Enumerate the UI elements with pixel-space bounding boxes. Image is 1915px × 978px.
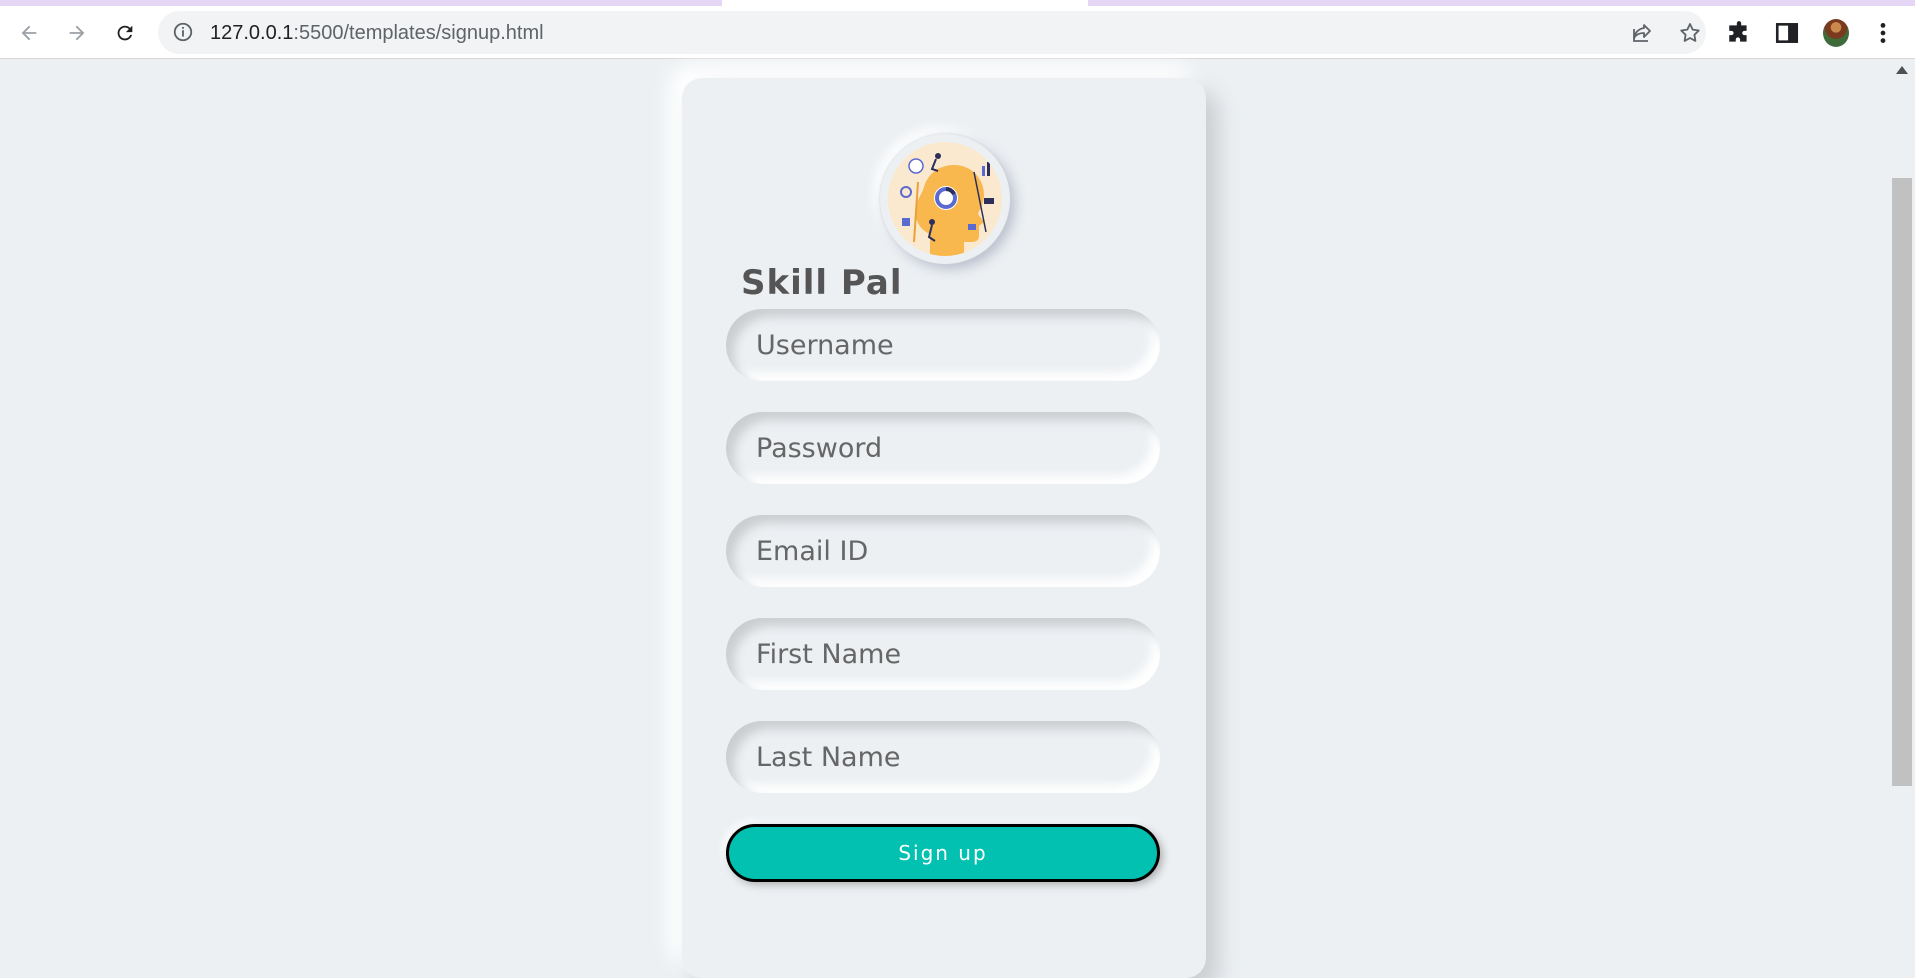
first-name-field[interactable]	[726, 618, 1160, 690]
arrow-left-icon[interactable]	[14, 18, 44, 48]
scrollbar-thumb[interactable]	[1892, 178, 1912, 786]
browser-toolbar: 127.0.0.1:5500/templates/signup.html	[0, 6, 1915, 59]
reload-icon[interactable]	[110, 18, 140, 48]
username-field[interactable]	[726, 309, 1160, 381]
sign-up-button[interactable]: Sign up	[726, 824, 1160, 882]
url-host: 127.0.0.1	[210, 22, 294, 44]
address-bar[interactable]: 127.0.0.1:5500/templates/signup.html	[158, 11, 1706, 54]
share-icon[interactable]	[1630, 21, 1654, 45]
scroll-up-arrow-icon[interactable]	[1896, 66, 1908, 74]
password-field[interactable]	[726, 412, 1160, 484]
puzzle-icon[interactable]	[1726, 20, 1752, 46]
avatar[interactable]	[1823, 19, 1849, 47]
brand-title: Skill Pal	[741, 263, 903, 303]
info-icon[interactable]	[172, 21, 194, 43]
logo	[880, 134, 1010, 264]
url-path: :5500/templates/signup.html	[293, 22, 544, 44]
kebab-menu-icon[interactable]	[1870, 20, 1896, 46]
star-icon[interactable]	[1678, 21, 1702, 45]
side-panel-icon[interactable]	[1774, 20, 1800, 46]
last-name-field[interactable]	[726, 721, 1160, 793]
brain-illustration-logo	[888, 142, 1002, 256]
url-text[interactable]: 127.0.0.1:5500/templates/signup.html	[210, 21, 544, 45]
arrow-right-icon[interactable]	[62, 18, 92, 48]
email-field[interactable]	[726, 515, 1160, 587]
